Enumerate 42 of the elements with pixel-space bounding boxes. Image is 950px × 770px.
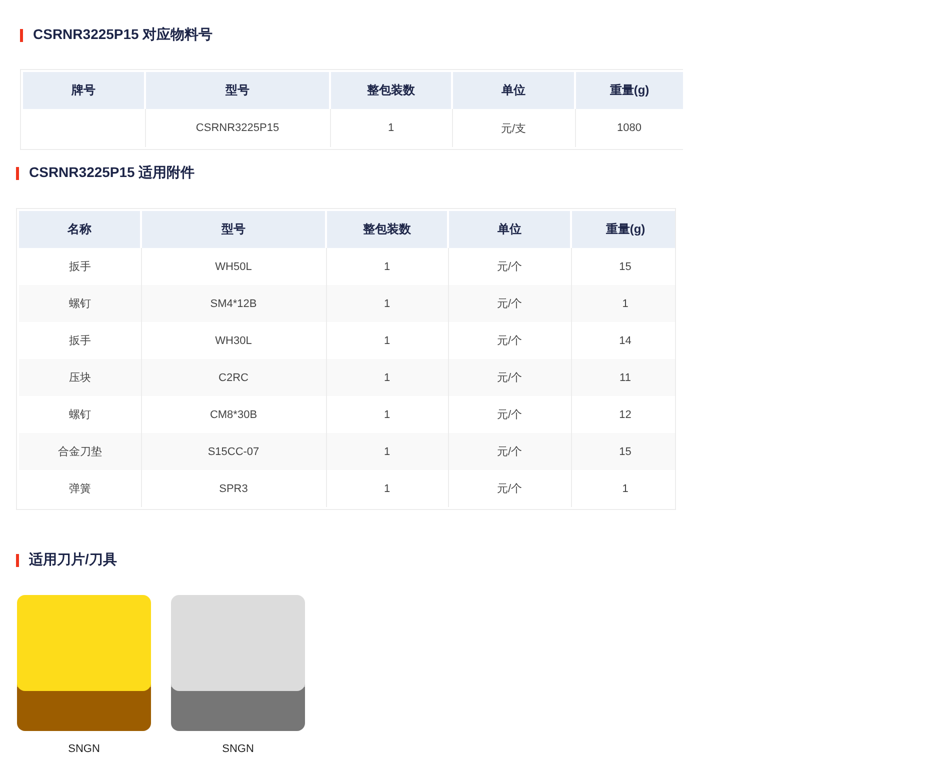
- table-cell: 15: [571, 433, 675, 470]
- column-header: 整包装数: [330, 72, 452, 109]
- table-cell: 螺钉: [19, 285, 141, 322]
- column-header: 型号: [141, 211, 326, 248]
- table-cell: SM4*12B: [141, 285, 326, 322]
- section-title: CSRNR3225P15 对应物料号: [33, 26, 213, 44]
- table-cell: 1: [326, 433, 448, 470]
- column-header: 重量(g): [571, 211, 675, 248]
- table-cell: 元/个: [448, 433, 571, 470]
- table-cell: 1080: [575, 109, 683, 147]
- table-cell: 1: [571, 285, 675, 322]
- table-cell: 元/个: [448, 359, 571, 396]
- table-cell: 扳手: [19, 248, 141, 285]
- product-caption: SNGN: [68, 743, 100, 755]
- column-header: 名称: [19, 211, 141, 248]
- table-cell: CSRNR3225P15: [145, 109, 330, 147]
- column-header: 重量(g): [575, 72, 683, 109]
- column-header: 单位: [452, 72, 575, 109]
- table-cell: SPR3: [141, 470, 326, 507]
- section-title: 适用刀片/刀具: [29, 551, 117, 569]
- table-cell: 1: [326, 359, 448, 396]
- column-header: 单位: [448, 211, 571, 248]
- table-cell: 扳手: [19, 322, 141, 359]
- table-cell: 螺钉: [19, 396, 141, 433]
- column-header: 型号: [145, 72, 330, 109]
- product-caption: SNGN: [222, 743, 254, 755]
- table-cell: 1: [330, 109, 452, 147]
- table-cell: 1: [326, 285, 448, 322]
- table-cell: 1: [571, 470, 675, 507]
- section-title: CSRNR3225P15 适用附件: [29, 164, 195, 182]
- table-cell: 11: [571, 359, 675, 396]
- column-header: 牌号: [23, 72, 145, 109]
- table-cell: 元/个: [448, 470, 571, 507]
- table-cell: 压块: [19, 359, 141, 396]
- table-cell: S15CC-07: [141, 433, 326, 470]
- table-cell: 元/支: [452, 109, 575, 147]
- table-cell: 元/个: [448, 285, 571, 322]
- table-cell: 弹簧: [19, 470, 141, 507]
- table-cell: C2RC: [141, 359, 326, 396]
- table-cell: 合金刀垫: [19, 433, 141, 470]
- column-header: 整包装数: [326, 211, 448, 248]
- table-cell: 1: [326, 470, 448, 507]
